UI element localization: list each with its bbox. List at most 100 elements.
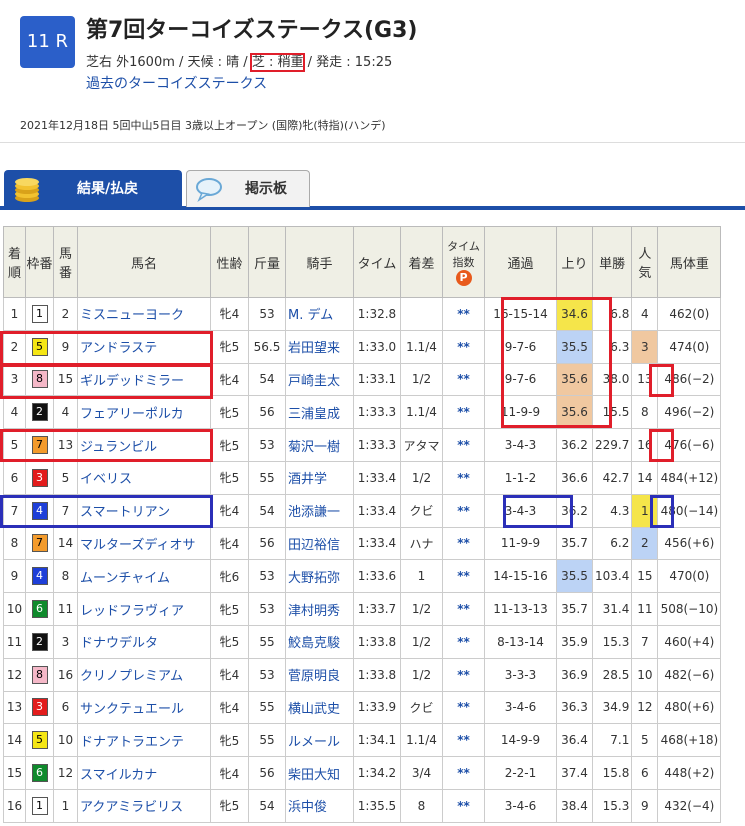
- horse-name-link[interactable]: サンクテュエール: [80, 702, 184, 717]
- body-weight-cell: 432(−4): [657, 788, 722, 823]
- horse-name-link[interactable]: マルターズディオサ: [80, 538, 195, 553]
- jockey-link[interactable]: 津村明秀: [288, 604, 340, 619]
- time-index-cell: **: [442, 624, 485, 659]
- weight-cell: 55: [248, 624, 286, 659]
- horse-name-link[interactable]: スマイルカナ: [80, 768, 157, 783]
- passing-cell: 11-13-13: [484, 592, 557, 626]
- jockey-link[interactable]: 戸崎圭太: [288, 374, 340, 389]
- waku-cell: 7: [25, 526, 54, 561]
- horse-name-link[interactable]: レッドフラヴィア: [80, 604, 184, 619]
- rank-cell: 16: [3, 788, 26, 823]
- header-time: タイム: [353, 226, 401, 298]
- weight-cell: 53: [248, 592, 286, 626]
- horse-name-cell: クリノプレミアム: [77, 657, 211, 692]
- number-cell: 5: [53, 460, 78, 495]
- margin-cell: アタマ: [400, 428, 443, 462]
- jockey-link[interactable]: M. デム: [288, 308, 333, 323]
- horse-name-cell: レッドフラヴィア: [77, 592, 211, 626]
- weight-cell: 53: [248, 297, 286, 331]
- horse-name-link[interactable]: スマートリアン: [80, 505, 170, 520]
- jockey-link[interactable]: 池添謙一: [288, 505, 340, 520]
- margin-cell: 8: [400, 788, 443, 823]
- time-index-cell: **: [442, 493, 485, 528]
- jockey-link[interactable]: ルメール: [288, 735, 340, 750]
- horse-name-link[interactable]: ギルデッドミラー: [80, 374, 184, 389]
- jockey-cell: 菊沢一樹: [285, 428, 354, 462]
- rank-cell: 7: [3, 493, 26, 528]
- race-header: 11 R 第7回ターコイズステークス(G3) 芝右 外1600m / 天候 : …: [0, 0, 745, 143]
- passing-cell: 9-7-6: [484, 329, 557, 364]
- jockey-link[interactable]: 三浦皇成: [288, 407, 340, 422]
- race-info-suffix: / 発走 : 15:25: [303, 55, 393, 70]
- weight-cell: 56.5: [248, 329, 286, 364]
- passing-cell: 3-4-3: [484, 493, 557, 528]
- waku-badge: 5: [31, 731, 48, 750]
- time-cell: 1:33.4: [353, 493, 401, 528]
- horse-name-link[interactable]: クリノプレミアム: [80, 669, 183, 684]
- time-index-cell: **: [442, 395, 485, 430]
- horse-name-link[interactable]: ジュランビル: [80, 440, 157, 455]
- sex-age-cell: 牝4: [210, 690, 249, 725]
- popularity-cell: 13: [631, 362, 659, 397]
- sex-age-cell: 牝5: [210, 428, 249, 462]
- passing-cell: 2-2-1: [484, 756, 557, 790]
- waku-badge: 2: [31, 403, 48, 422]
- passing-cell: 1-1-2: [484, 460, 557, 495]
- horse-name-link[interactable]: アクアミラビリス: [80, 800, 183, 815]
- race-date-line: 2021年12月18日 5回中山5日目 3歳以上オープン (国際)牝(特指)(ハ…: [20, 119, 386, 132]
- horse-name-link[interactable]: ミスニューヨーク: [80, 308, 184, 323]
- waku-badge: 4: [31, 501, 48, 520]
- header-number: 馬番: [53, 226, 78, 298]
- passing-cell: 3-4-3: [484, 428, 557, 462]
- jockey-link[interactable]: 鮫島克駿: [288, 636, 340, 651]
- horse-name-link[interactable]: ムーンチャイム: [80, 571, 170, 586]
- horse-name-link[interactable]: イベリス: [80, 472, 132, 487]
- past-races-link[interactable]: 過去のターコイズステークス: [86, 73, 267, 93]
- jockey-link[interactable]: 岩田望来: [288, 341, 340, 356]
- jockey-link[interactable]: 田辺裕信: [288, 538, 340, 553]
- weight-cell: 54: [248, 493, 286, 528]
- header-weight: 斤量: [248, 226, 286, 298]
- race-title: 第7回ターコイズステークス(G3): [86, 18, 418, 43]
- horse-name-link[interactable]: フェアリーポルカ: [80, 407, 184, 422]
- table-row: 8 7 14 マルターズディオサ 牝4 56 田辺裕信 1:33.4 ハナ ** 11-9-9 35.…: [3, 526, 722, 561]
- tab-results[interactable]: 結果/払戻: [4, 170, 182, 207]
- jockey-link[interactable]: 大野拓弥: [288, 571, 340, 586]
- margin-cell: [400, 297, 443, 331]
- time-cell: 1:34.2: [353, 756, 401, 790]
- jockey-link[interactable]: 菅原明良: [288, 669, 340, 684]
- waku-badge: 3: [31, 698, 48, 717]
- odds-cell: 6.3: [591, 329, 633, 364]
- time-cell: 1:33.4: [353, 526, 401, 561]
- jockey-link[interactable]: 菊沢一樹: [288, 440, 340, 455]
- waku-badge: 3: [31, 468, 48, 487]
- jockey-link[interactable]: 柴田大知: [288, 768, 340, 783]
- jockey-link[interactable]: 浜中俊: [288, 800, 327, 815]
- margin-cell: 1/2: [400, 460, 443, 495]
- horse-name-link[interactable]: ドナアトラエンテ: [80, 735, 184, 750]
- sex-age-cell: 牝4: [210, 297, 249, 331]
- waku-badge: 6: [31, 764, 48, 783]
- jockey-link[interactable]: 横山武史: [288, 702, 340, 717]
- results-table: 着順 枠番 馬番 馬名 性齢 斤量 騎手 タイム 着差 タイム指数 P 通過 上り…: [3, 226, 722, 823]
- header-passing: 通過: [484, 226, 557, 298]
- horse-name-link[interactable]: アンドラステ: [80, 341, 157, 356]
- odds-cell: 28.5: [591, 657, 633, 692]
- jockey-cell: 大野拓弥: [285, 559, 354, 594]
- sex-age-cell: 牝4: [210, 526, 249, 561]
- number-cell: 11: [53, 592, 78, 626]
- odds-cell: 15.8: [591, 756, 633, 790]
- popularity-cell: 2: [631, 526, 659, 561]
- number-cell: 10: [53, 723, 78, 758]
- sex-age-cell: 牝5: [210, 592, 249, 626]
- jockey-link[interactable]: 酒井学: [288, 472, 327, 487]
- number-cell: 12: [53, 756, 78, 790]
- jockey-cell: 岩田望来: [285, 329, 354, 364]
- jockey-cell: 柴田大知: [285, 756, 354, 790]
- horse-name-link[interactable]: ドナウデルタ: [80, 636, 158, 651]
- tab-board[interactable]: 掲示板: [186, 170, 310, 207]
- waku-cell: 6: [25, 756, 54, 790]
- waku-badge: 1: [31, 796, 48, 815]
- agari-cell: 37.4: [556, 756, 593, 790]
- weight-cell: 56: [248, 526, 286, 561]
